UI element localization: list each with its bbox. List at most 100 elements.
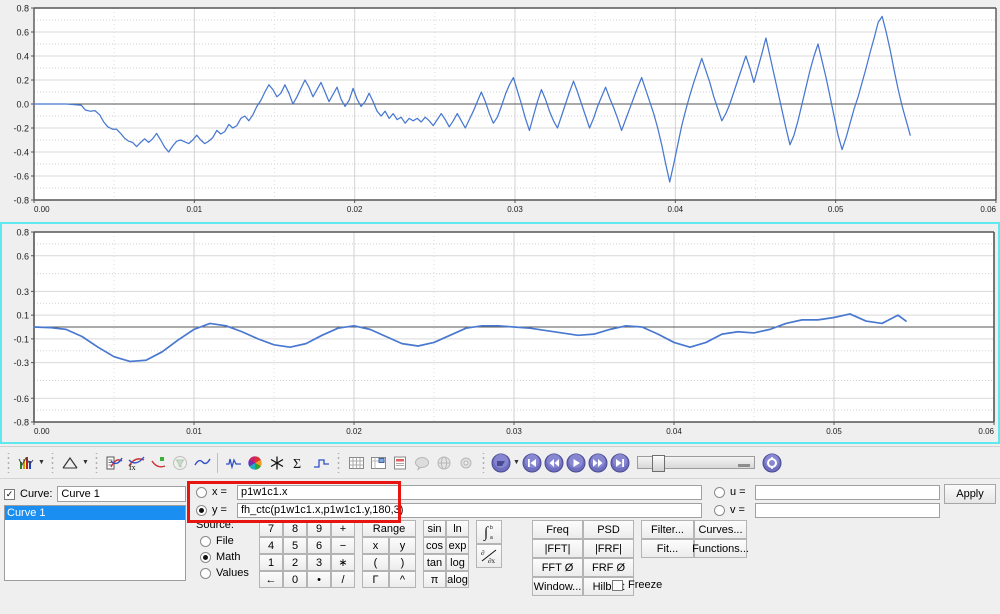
- key-6[interactable]: 6: [307, 537, 331, 554]
- chevron-down-icon-3[interactable]: ▼: [512, 452, 521, 474]
- u-expression-input[interactable]: [755, 484, 940, 500]
- fast-forward-icon[interactable]: [587, 452, 609, 474]
- media-dropdown-icon[interactable]: [490, 452, 512, 474]
- gear-icon-2[interactable]: [761, 452, 783, 474]
- grid-icon[interactable]: [345, 452, 367, 474]
- psd-button[interactable]: PSD: [583, 520, 634, 539]
- derivative-icon[interactable]: ∂ ∂x: [476, 544, 502, 568]
- radio-v[interactable]: [714, 504, 725, 516]
- key-4[interactable]: 4: [259, 537, 283, 554]
- key-sin[interactable]: sin: [423, 520, 446, 537]
- key-divide[interactable]: /: [331, 571, 355, 588]
- freeze-checkbox[interactable]: [612, 579, 623, 591]
- bottom-plot-svg[interactable]: 0.8 0.6 0.3 0.1 -0.1 -0.3 -0.6 -0.8 0.00 0.01 0.02…: [2, 224, 998, 442]
- key-ln[interactable]: ln: [446, 520, 469, 537]
- step-curve-icon[interactable]: [310, 452, 332, 474]
- key-y[interactable]: y: [389, 537, 416, 554]
- key-exp[interactable]: exp: [446, 537, 469, 554]
- radio-u[interactable]: [714, 486, 725, 498]
- key-alog[interactable]: alog: [446, 571, 469, 588]
- key-0[interactable]: 0: [283, 571, 307, 588]
- key-minus[interactable]: −: [331, 537, 355, 554]
- rewind-icon[interactable]: [543, 452, 565, 474]
- radio-values[interactable]: [200, 567, 211, 579]
- key-decimal[interactable]: •: [307, 571, 331, 588]
- play-icon[interactable]: [565, 452, 587, 474]
- playback-slider[interactable]: [637, 455, 755, 472]
- curves-button[interactable]: Curves...: [694, 520, 747, 539]
- fft-magnitude-button[interactable]: |FFT|: [532, 539, 583, 558]
- source-option-values[interactable]: Values: [196, 565, 268, 581]
- window-button[interactable]: Window...: [532, 577, 583, 596]
- sigma-icon[interactable]: Σ: [288, 452, 310, 474]
- asterisk-icon[interactable]: [266, 452, 288, 474]
- key-plus[interactable]: +: [331, 520, 355, 537]
- curve-enable-checkbox[interactable]: ✓: [4, 488, 15, 500]
- freeze-row[interactable]: Freeze: [612, 579, 662, 591]
- key-power[interactable]: ^: [389, 571, 416, 588]
- x-expression-input[interactable]: p1w1c1.x: [237, 484, 702, 500]
- key-5[interactable]: 5: [283, 537, 307, 554]
- globe-icon[interactable]: [433, 452, 455, 474]
- key-9[interactable]: 9: [307, 520, 331, 537]
- key-lparen[interactable]: (: [362, 554, 389, 571]
- list-item[interactable]: Curve 1: [5, 506, 185, 520]
- curve-name-input[interactable]: Curve 1: [57, 486, 186, 502]
- chevron-down-icon[interactable]: ▼: [37, 452, 46, 474]
- peak-shape-icon[interactable]: [59, 452, 81, 474]
- key-multiply[interactable]: ∗: [331, 554, 355, 571]
- filter-button[interactable]: Filter...: [641, 520, 694, 539]
- comment-icon[interactable]: [411, 452, 433, 474]
- key-gamma[interactable]: Γ: [362, 571, 389, 588]
- top-plot-svg[interactable]: 0.8 0.6 0.4 0.2 0.0 -0.2 -0.4 -0.6 -0.8 0.00 0.01 0…: [0, 0, 1000, 220]
- bottom-plot-panel[interactable]: 0.8 0.6 0.3 0.1 -0.1 -0.3 -0.6 -0.8 0.00 0.01 0.02…: [0, 222, 1000, 444]
- key-x[interactable]: x: [362, 537, 389, 554]
- playback-slider-knob[interactable]: [652, 455, 665, 472]
- derivative-icon[interactable]: [222, 452, 244, 474]
- fx-function-icon[interactable]: fx: [125, 452, 147, 474]
- key-log[interactable]: log: [446, 554, 469, 571]
- color-wheel-icon[interactable]: [244, 452, 266, 474]
- key-2[interactable]: 2: [283, 554, 307, 571]
- key-backspace[interactable]: ←: [259, 571, 283, 588]
- curve-list[interactable]: Curve 1: [4, 505, 186, 581]
- key-1[interactable]: 1: [259, 554, 283, 571]
- filter-funnel-icon[interactable]: [169, 452, 191, 474]
- range-button[interactable]: Range: [362, 520, 416, 537]
- frf-phase-button[interactable]: FRF Ø: [583, 558, 634, 577]
- skip-back-icon[interactable]: [521, 452, 543, 474]
- radio-file[interactable]: [200, 535, 211, 547]
- x-label: x =: [212, 486, 227, 498]
- radio-math[interactable]: [200, 551, 211, 563]
- key-3[interactable]: 3: [307, 554, 331, 571]
- functions-button[interactable]: Functions...: [692, 539, 749, 558]
- key-7[interactable]: 7: [259, 520, 283, 537]
- report-icon[interactable]: [389, 452, 411, 474]
- y-expression-input[interactable]: fh_ctc(p1w1c1.x,p1w1c1.y,180,3): [237, 502, 702, 518]
- key-pi[interactable]: π: [423, 571, 446, 588]
- top-plot-panel[interactable]: 0.8 0.6 0.4 0.2 0.0 -0.2 -0.4 -0.6 -0.8 0.00 0.01 0…: [0, 0, 1000, 220]
- source-option-math[interactable]: Math: [196, 549, 268, 565]
- key-rparen[interactable]: ): [389, 554, 416, 571]
- fft-phase-button[interactable]: FFT Ø: [532, 558, 583, 577]
- key-tan[interactable]: tan: [423, 554, 446, 571]
- marker-add-icon[interactable]: [147, 452, 169, 474]
- frf-magnitude-button[interactable]: |FRF|: [583, 539, 634, 558]
- freq-button[interactable]: Freq: [532, 520, 583, 539]
- apply-button[interactable]: Apply: [944, 484, 996, 504]
- gear-icon[interactable]: [455, 452, 477, 474]
- chevron-down-icon-2[interactable]: ▼: [81, 452, 90, 474]
- smooth-curve-icon[interactable]: [191, 452, 213, 474]
- curve-calculator-icon[interactable]: [103, 452, 125, 474]
- v-expression-input[interactable]: [755, 502, 940, 518]
- grid-table-icon[interactable]: [367, 452, 389, 474]
- histogram-icon[interactable]: [15, 452, 37, 474]
- source-option-file[interactable]: File: [196, 533, 268, 549]
- skip-forward-icon[interactable]: [609, 452, 631, 474]
- key-8[interactable]: 8: [283, 520, 307, 537]
- radio-y[interactable]: [196, 504, 207, 516]
- key-cos[interactable]: cos: [423, 537, 446, 554]
- radio-x[interactable]: [196, 486, 207, 498]
- integral-icon[interactable]: ∫ b a: [476, 520, 502, 544]
- fit-button[interactable]: Fit...: [641, 539, 694, 558]
